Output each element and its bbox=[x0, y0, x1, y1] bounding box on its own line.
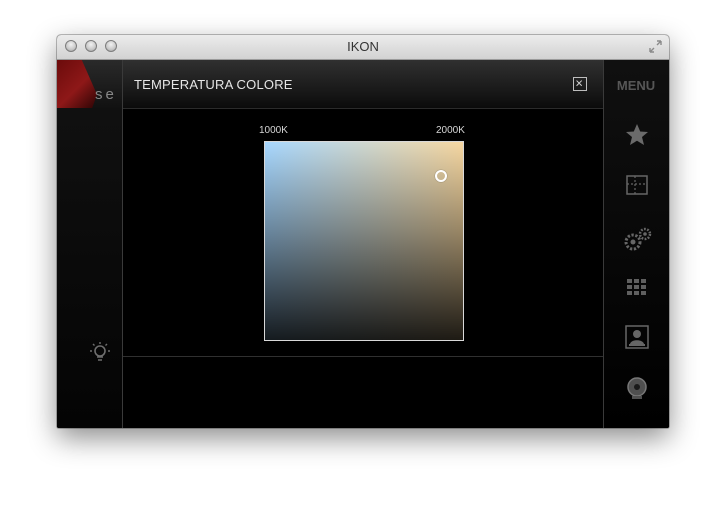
color-temperature-picker[interactable] bbox=[264, 141, 464, 341]
brand-logo: se bbox=[57, 60, 123, 108]
min-temperature-label: 1000K bbox=[259, 125, 288, 136]
grid-icon[interactable] bbox=[624, 276, 650, 302]
title-bar: IKON bbox=[57, 35, 669, 60]
star-icon[interactable] bbox=[624, 122, 650, 148]
app-window: IKON se MENU TEMPERATURA COLORE 1000K 20… bbox=[57, 35, 669, 428]
close-icon bbox=[576, 80, 583, 87]
left-panel: se bbox=[57, 60, 123, 428]
gear-icon[interactable] bbox=[621, 224, 655, 254]
right-sidebar: MENU bbox=[603, 60, 669, 428]
camera-icon[interactable] bbox=[624, 376, 650, 402]
menu-button[interactable]: MENU bbox=[603, 78, 669, 93]
logo-shape bbox=[57, 60, 97, 108]
window-title: IKON bbox=[347, 39, 379, 54]
close-button[interactable] bbox=[573, 77, 587, 91]
logo-text: se bbox=[95, 86, 117, 103]
lamp-icon[interactable] bbox=[88, 340, 112, 364]
fullscreen-icon[interactable] bbox=[648, 39, 663, 54]
layout-icon[interactable] bbox=[624, 172, 650, 198]
app-content: se MENU TEMPERATURA COLORE 1000K 2000K bbox=[57, 60, 669, 428]
user-icon[interactable] bbox=[624, 324, 650, 350]
max-temperature-label: 2000K bbox=[436, 125, 465, 136]
screen: IKON se MENU TEMPERATURA COLORE 1000K 20… bbox=[0, 0, 726, 507]
dialog-header: TEMPERATURA COLORE bbox=[123, 60, 603, 109]
dialog-divider bbox=[123, 356, 603, 357]
brightness-gradient bbox=[265, 142, 463, 340]
dialog-title: TEMPERATURA COLORE bbox=[134, 77, 293, 92]
color-temperature-dialog: TEMPERATURA COLORE 1000K 2000K bbox=[122, 60, 604, 428]
picker-handle[interactable] bbox=[435, 170, 447, 182]
